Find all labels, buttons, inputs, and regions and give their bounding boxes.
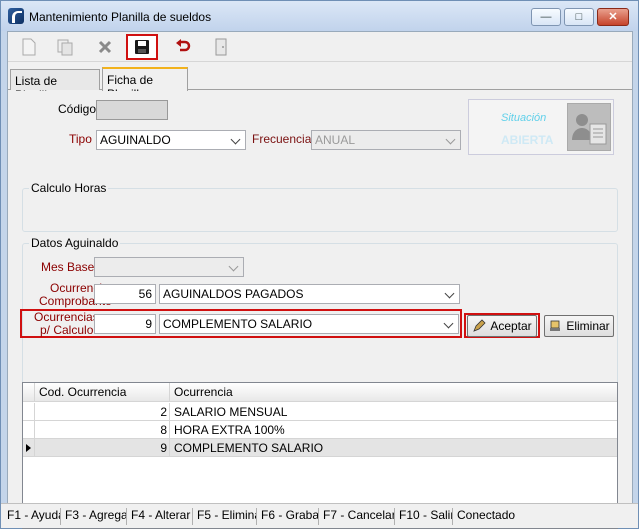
ocurrencia-comprobante-select[interactable]: AGUINALDOS PAGADOS: [159, 284, 460, 304]
toolbar: [8, 32, 632, 62]
frecuencia-label: Frecuencia: [252, 132, 312, 146]
row-indicator: [23, 421, 35, 439]
codigo-label: Código: [58, 102, 97, 116]
mes-base-label: Mes Base: [41, 260, 95, 274]
ocurrencia-comprobante-code[interactable]: 56: [94, 284, 156, 304]
row-name: SALARIO MENSUAL: [174, 405, 288, 419]
status-f5: F5 - Eliminar: [195, 508, 257, 525]
frecuencia-select[interactable]: ANUAL: [311, 130, 461, 150]
title-bar[interactable]: Mantenimiento Planilla de sueldos — □ ✕: [1, 1, 638, 31]
app-icon: [8, 8, 24, 24]
copy-icon: [57, 39, 73, 56]
status-f4: F4 - Alterar: [129, 508, 193, 525]
undo-arrow-icon: [176, 39, 191, 52]
grid-header: Cod. Ocurrencia Ocurrencia: [23, 383, 617, 402]
status-f1: F1 - Ayuda: [5, 508, 61, 525]
ficha-panel: Código Tipo AGUINALDO Frecuencia ANUAL S…: [8, 91, 632, 529]
tipo-value: AGUINALDO: [100, 133, 171, 147]
row-indicator: [23, 439, 35, 457]
row-name: HORA EXTRA 100%: [174, 423, 285, 437]
ocurrencias-calculo-label-1: Ocurrencias: [34, 310, 99, 324]
pen-icon: [473, 319, 486, 332]
copy-button[interactable]: [50, 34, 80, 60]
calculo-horas-label: Calculo Horas: [29, 181, 109, 195]
undo-button[interactable]: [168, 34, 198, 60]
close-button[interactable]: ✕: [597, 8, 629, 26]
save-button[interactable]: [126, 34, 158, 60]
client-area: Lista de Planillas Ficha de Planilla Cód…: [7, 31, 633, 529]
eraser-icon: [550, 320, 561, 331]
eliminar-label: Eliminar: [566, 319, 610, 333]
tipo-label: Tipo: [69, 132, 92, 146]
ocurrencias-calculo-code[interactable]: 9: [94, 314, 156, 334]
new-document-icon: [22, 38, 36, 56]
chevron-down-icon[interactable]: [443, 132, 459, 148]
eliminar-button[interactable]: Eliminar: [544, 315, 614, 337]
ocurrencias-calculo-select[interactable]: COMPLEMENTO SALARIO: [159, 314, 459, 334]
minimize-button[interactable]: —: [531, 8, 561, 26]
save-disk-icon: [135, 40, 149, 54]
status-f10: F10 - Salir: [397, 508, 453, 525]
status-f7: F7 - Cancelar: [321, 508, 395, 525]
table-row[interactable]: 2 SALARIO MENSUAL: [23, 403, 617, 421]
chevron-down-icon[interactable]: [441, 316, 457, 332]
table-row[interactable]: 8 HORA EXTRA 100%: [23, 421, 617, 439]
calculo-horas-group: Calculo Horas: [22, 181, 618, 232]
row-code: 2: [36, 403, 170, 421]
exit-door-icon: [215, 38, 227, 56]
row-indicator: [23, 403, 35, 421]
tab-ficha-planilla[interactable]: Ficha de Planilla: [102, 67, 188, 101]
status-f3: F3 - Agregar: [63, 508, 127, 525]
frecuencia-value: ANUAL: [315, 133, 356, 147]
row-name: COMPLEMENTO SALARIO: [174, 441, 324, 455]
tipo-select[interactable]: AGUINALDO: [96, 130, 246, 150]
status-bar: F1 - Ayuda F3 - Agregar F4 - Alterar F5 …: [1, 503, 638, 528]
tab-strip: Lista de Planillas Ficha de Planilla: [8, 67, 632, 102]
ocurrencias-calculo-value: COMPLEMENTO SALARIO: [163, 317, 313, 331]
situacion-label: Situación: [501, 112, 547, 124]
mes-base-select[interactable]: [94, 257, 244, 277]
person-document-icon: [567, 103, 611, 151]
window-title: Mantenimiento Planilla de sueldos: [29, 10, 212, 24]
row-pointer-icon: [26, 444, 31, 452]
chevron-down-icon[interactable]: [442, 286, 458, 302]
main-window: Mantenimiento Planilla de sueldos — □ ✕: [0, 0, 639, 529]
connection-status: Conectado: [457, 508, 516, 522]
table-row-selected[interactable]: 9 COMPLEMENTO SALARIO: [23, 439, 617, 457]
datos-aguinaldo-label: Datos Aguinaldo: [29, 236, 121, 250]
row-code: 8: [36, 421, 170, 439]
status-f6: F6 - Grabar: [259, 508, 319, 525]
header-cod-ocurrencia[interactable]: Cod. Ocurrencia: [36, 383, 170, 401]
situacion-box: Situación ABIERTA: [468, 99, 614, 155]
chevron-down-icon[interactable]: [228, 132, 244, 148]
new-button[interactable]: [14, 34, 44, 60]
situacion-value: ABIERTA: [501, 133, 554, 147]
header-ocurrencia[interactable]: Ocurrencia: [171, 383, 611, 401]
ocurrencia-comprobante-value: AGUINALDOS PAGADOS: [163, 287, 304, 301]
aceptar-label: Aceptar: [490, 319, 532, 333]
aceptar-button[interactable]: Aceptar: [467, 315, 537, 337]
maximize-button[interactable]: □: [564, 8, 594, 26]
chevron-down-icon[interactable]: [226, 259, 242, 275]
codigo-field[interactable]: [96, 100, 168, 120]
exit-button[interactable]: [206, 34, 236, 60]
ocurrencias-calculo-label-2: p/ Calculo: [40, 323, 94, 337]
tab-lista-planillas[interactable]: Lista de Planillas: [10, 69, 100, 102]
delete-x-icon: [98, 40, 112, 54]
row-code: 9: [36, 439, 170, 457]
header-indicator-cell: [23, 383, 35, 401]
delete-button[interactable]: [90, 34, 120, 60]
